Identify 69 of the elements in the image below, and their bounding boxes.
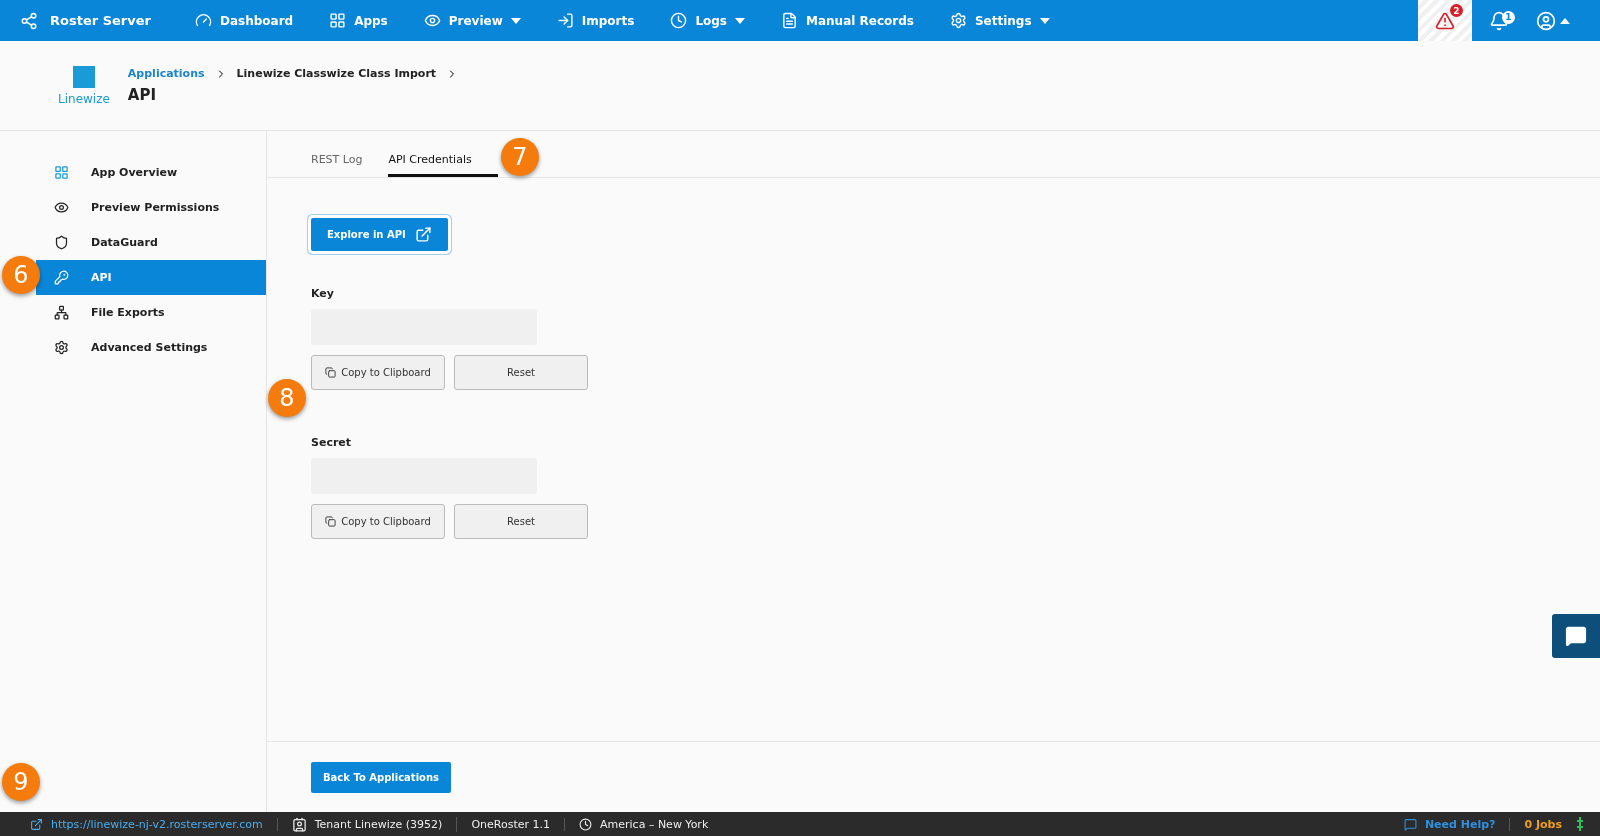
copy-button[interactable]: Copy to Clipboard (311, 355, 445, 390)
nav-link[interactable]: Logs (670, 12, 745, 29)
sidebar-icon (54, 235, 69, 250)
reset-button[interactable]: Reset (454, 355, 588, 390)
nav-icon (781, 12, 798, 29)
field-label: Key (311, 287, 334, 300)
nav-icon (423, 12, 441, 29)
page-title: API (127, 86, 158, 104)
nav-icon (556, 12, 574, 29)
nav-link[interactable]: Settings (949, 12, 1050, 29)
sidebar-item[interactable]: File Exports (36, 295, 266, 330)
sidebar-icon (54, 305, 69, 320)
logo-icon (20, 11, 38, 30)
brand-title[interactable]: Roster Server (0, 11, 151, 30)
sidebar-icon (54, 200, 69, 215)
breadcrumb: Linewize Classwize Class Import (236, 67, 437, 80)
tenant-text: Tenant Linewize (3952) (314, 817, 443, 831)
bell-icon (1489, 10, 1509, 31)
user-icon (1536, 10, 1556, 31)
nav-link[interactable]: Dashboard (194, 12, 294, 29)
caret-icon (1560, 17, 1570, 24)
sidebar-icon (54, 270, 69, 285)
timezone-text: America – New York (600, 817, 709, 831)
field-label: Secret (311, 436, 352, 449)
external-link-icon (414, 226, 432, 243)
reset-button[interactable]: Reset (454, 504, 588, 539)
callout-marker: 8 (268, 379, 306, 417)
sidebar-item[interactable]: Preview Permissions (36, 190, 266, 225)
nav-link[interactable]: Preview (423, 12, 521, 29)
notification-count: 1 (1502, 10, 1515, 24)
sidebar-icon (54, 340, 69, 355)
callout-marker: 6 (2, 256, 40, 294)
sidebar-item[interactable]: API (36, 260, 266, 295)
server-url-link[interactable]: https://linewize-nj-v2.rosterserver.com (51, 817, 263, 831)
chat-button[interactable] (1552, 614, 1600, 658)
notifications-button[interactable]: 1 (1472, 10, 1526, 31)
warning-icon (1435, 10, 1455, 31)
back-button[interactable]: Back To Applications (311, 761, 451, 793)
copy-button[interactable]: Copy to Clipboard (311, 504, 445, 539)
callout-marker: 9 (2, 763, 40, 801)
tab[interactable]: REST Log (311, 153, 363, 177)
sidebar-item[interactable]: App Overview (36, 155, 266, 190)
external-link-icon (30, 817, 43, 831)
clock-icon (579, 817, 592, 831)
nav-icon (949, 12, 967, 29)
status-indicator-icon (1576, 816, 1584, 832)
alerts-button[interactable]: 2 (1418, 0, 1472, 41)
nav-icon (670, 12, 688, 29)
callout-marker: 7 (501, 138, 539, 176)
copy-icon (325, 367, 337, 378)
sidebar-icon (54, 165, 69, 180)
help-link[interactable]: Need Help? (1424, 817, 1496, 831)
nav-icon (329, 12, 347, 29)
nav-icon (194, 12, 212, 29)
logo-icon (72, 65, 95, 88)
version-text: OneRoster 1.1 (471, 817, 550, 831)
chat-icon (1565, 625, 1587, 647)
sidebar-item[interactable]: Advanced Settings (36, 330, 266, 365)
nav-link[interactable]: Manual Records (781, 12, 914, 29)
copy-icon (325, 516, 337, 527)
chat-icon (1403, 817, 1417, 831)
jobs-count[interactable]: 0 Jobs (1524, 817, 1562, 831)
logo-text: Linewize (58, 91, 110, 106)
tab[interactable]: API Credentials (388, 153, 499, 177)
nav-link[interactable]: Imports (556, 12, 635, 29)
id-card-icon (291, 816, 307, 832)
nav-link[interactable]: Apps (329, 12, 388, 29)
breadcrumb[interactable]: Applications (127, 67, 205, 80)
alert-count: 2 (1450, 4, 1463, 17)
